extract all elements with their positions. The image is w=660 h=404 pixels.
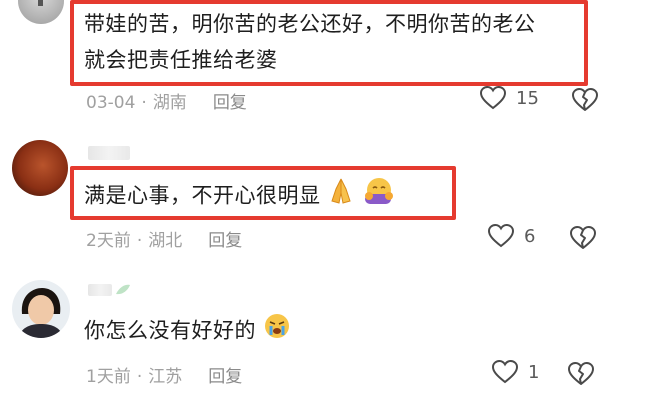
like-button[interactable]: 1 xyxy=(492,360,539,384)
comment-date: 2天前 xyxy=(86,231,131,251)
comment-location: 湖南 xyxy=(152,93,187,113)
comment-meta: 03-04 · 湖南 回复 xyxy=(86,88,247,113)
heart-icon xyxy=(480,86,506,110)
reply-button[interactable]: 回复 xyxy=(208,367,242,387)
broken-heart-icon xyxy=(568,362,594,385)
broken-heart-icon xyxy=(572,88,598,111)
broken-heart-icon xyxy=(570,226,596,249)
comment-text-line-2: 就会把责任推给老婆 xyxy=(84,48,278,72)
comment-3: 你怎么没有好好的 1天前 · 江苏 回复 1 xyxy=(0,270,660,400)
username[interactable] xyxy=(88,146,130,160)
comment-1: 带娃的苦，明你苦的老公还好，不明你苦的老公 就会把责任推给老婆 03-04 · 湖南… xyxy=(0,0,660,125)
comment-2: 满是心事，不开心很明显 2天前 · 湖北 回复 6 xyxy=(0,130,660,260)
username[interactable] xyxy=(88,284,112,296)
comment-meta: 2天前 · 湖北 回复 xyxy=(86,226,242,251)
heart-icon xyxy=(488,224,514,248)
reply-button[interactable]: 回复 xyxy=(208,231,242,251)
like-button[interactable]: 6 xyxy=(488,224,535,248)
avatar[interactable] xyxy=(18,0,64,24)
comment-location: 湖北 xyxy=(148,231,183,251)
comment-location: 江苏 xyxy=(148,367,183,387)
comment-text: 你怎么没有好好的 xyxy=(84,312,291,351)
avatar[interactable] xyxy=(12,280,70,338)
like-button[interactable]: 15 xyxy=(480,86,539,110)
user-badge-icon xyxy=(114,282,132,302)
meta-separator: · xyxy=(136,231,143,251)
meta-separator: · xyxy=(136,367,143,387)
comment-date: 03-04 xyxy=(86,93,136,113)
hug-face-icon xyxy=(361,176,395,217)
dislike-button[interactable] xyxy=(572,88,598,116)
comment-date: 1天前 xyxy=(86,367,131,387)
comment-text-line-1: 你怎么没有好好的 xyxy=(84,318,256,343)
like-count: 15 xyxy=(516,87,539,109)
dislike-button[interactable] xyxy=(568,362,594,390)
avatar[interactable] xyxy=(12,140,68,196)
comment-text-line-1: 满是心事，不开心很明显 xyxy=(84,183,321,208)
dislike-button[interactable] xyxy=(570,226,596,254)
comment-meta: 1天前 · 江苏 回复 xyxy=(86,362,242,387)
reply-button[interactable]: 回复 xyxy=(213,93,247,113)
like-count: 1 xyxy=(528,361,540,383)
comment-text-line-1: 带娃的苦，明你苦的老公还好，不明你苦的老公 xyxy=(84,12,536,36)
praying-hands-icon xyxy=(328,177,354,216)
heart-icon xyxy=(492,360,518,384)
crying-face-icon xyxy=(263,312,291,351)
like-count: 6 xyxy=(524,225,536,247)
meta-separator: · xyxy=(141,93,147,113)
comment-text: 满是心事，不开心很明显 xyxy=(84,176,395,217)
